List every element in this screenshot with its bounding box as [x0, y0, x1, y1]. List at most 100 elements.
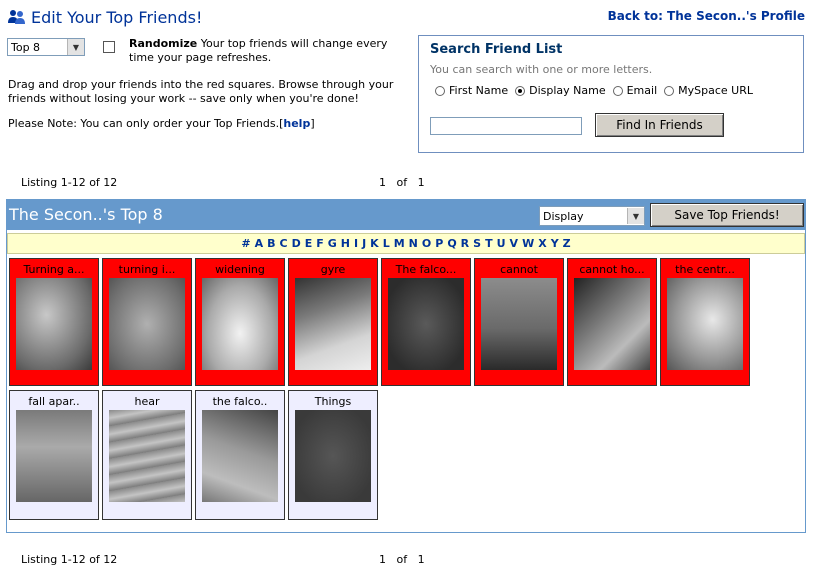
- friend-tile[interactable]: fall apar..: [9, 390, 99, 520]
- alphabet-letter-link[interactable]: D: [292, 237, 301, 250]
- friend-tile[interactable]: widening: [195, 258, 285, 386]
- page-total: 1: [417, 176, 425, 189]
- display-select-value: Display: [543, 209, 584, 223]
- friends-icon: [8, 10, 25, 24]
- alphabet-letter-link[interactable]: T: [485, 237, 493, 250]
- radio-dot: [612, 85, 623, 96]
- back-to-profile-link[interactable]: Back to: The Secon..'s Profile: [608, 9, 805, 23]
- friend-name: widening: [215, 263, 265, 276]
- alphabet-letter-link[interactable]: U: [497, 237, 506, 250]
- friend-tile[interactable]: the falco..: [195, 390, 285, 520]
- alphabet-filter-bar: # A B C D E F G H I J K L M N O P Q R S T U V W X Y Z: [7, 233, 805, 254]
- alphabet-letter-link[interactable]: H: [341, 237, 350, 250]
- friend-tile[interactable]: The falco...: [381, 258, 471, 386]
- alphabet-letter-link[interactable]: P: [435, 237, 443, 250]
- search-option-label: First Name: [449, 84, 509, 97]
- friend-name: The falco...: [395, 263, 457, 276]
- alphabet-letter-link[interactable]: C: [279, 237, 287, 250]
- pagination-top: 1 of 1: [379, 176, 425, 189]
- listing-count-top: Listing 1-12 of 12: [21, 176, 118, 189]
- friend-photo: [109, 410, 185, 502]
- alphabet-letter-link[interactable]: L: [383, 237, 390, 250]
- pagination-bottom: 1 of 1: [379, 553, 425, 566]
- search-option-label: Email: [626, 84, 658, 97]
- search-option-label: Display Name: [529, 84, 606, 97]
- friend-tile[interactable]: Things: [288, 390, 378, 520]
- friend-tile[interactable]: cannot: [474, 258, 564, 386]
- friend-photo: [109, 278, 185, 370]
- alphabet-letter-link[interactable]: Y: [551, 237, 559, 250]
- search-title: Search Friend List: [430, 42, 563, 57]
- alphabet-letter-link[interactable]: Z: [563, 237, 571, 250]
- alphabet-letter-link[interactable]: S: [473, 237, 481, 250]
- alphabet-letter-link[interactable]: O: [422, 237, 431, 250]
- listing-count-bottom: Listing 1-12 of 12: [21, 553, 118, 566]
- search-option-radio[interactable]: Display Name: [515, 84, 606, 97]
- help-link[interactable]: help: [283, 117, 310, 130]
- friend-tile[interactable]: the centr...: [660, 258, 750, 386]
- instructions-text: Drag and drop your friends into the red …: [8, 78, 394, 105]
- randomize-checkbox[interactable]: [103, 41, 115, 53]
- panel-header: The Secon..'s Top 8 Display ▼ Save Top F…: [7, 200, 805, 230]
- alphabet-letter-link[interactable]: J: [362, 237, 366, 250]
- search-option-label: MySpace URL: [678, 84, 753, 97]
- alphabet-letter-link[interactable]: M: [394, 237, 405, 250]
- note-end: ]: [310, 117, 315, 130]
- friend-tile[interactable]: Turning a...: [9, 258, 99, 386]
- top-friends-panel: The Secon..'s Top 8 Display ▼ Save Top F…: [6, 199, 806, 533]
- save-top-friends-button[interactable]: Save Top Friends!: [650, 203, 804, 227]
- friend-photo: [388, 278, 464, 370]
- radio-dot: [435, 85, 445, 96]
- page-header: Edit Your Top Friends!: [8, 6, 202, 28]
- alphabet-letter-link[interactable]: N: [409, 237, 418, 250]
- note-label: Please Note: You can only order your Top…: [8, 117, 284, 130]
- friend-name: Turning a...: [23, 263, 85, 276]
- alphabet-letter-link[interactable]: #: [241, 237, 250, 250]
- alphabet-letter-link[interactable]: G: [328, 237, 337, 250]
- friend-name: the falco..: [212, 395, 268, 408]
- alphabet-letter-link[interactable]: V: [510, 237, 519, 250]
- friend-name: gyre: [320, 263, 346, 276]
- friend-name: the centr...: [675, 263, 735, 276]
- randomize-description: Randomize Your top friends will change e…: [129, 37, 409, 65]
- search-option-radio[interactable]: MySpace URL: [664, 84, 753, 97]
- friend-name: cannot: [500, 263, 538, 276]
- alphabet-letter-link[interactable]: B: [267, 237, 275, 250]
- friend-tile[interactable]: hear: [102, 390, 192, 520]
- find-in-friends-button[interactable]: Find In Friends: [595, 113, 724, 137]
- search-option-radio[interactable]: Email: [612, 84, 658, 97]
- friend-photo: [667, 278, 743, 370]
- radio-dot: [664, 85, 675, 96]
- alphabet-letter-link[interactable]: W: [522, 237, 534, 250]
- friend-tile[interactable]: gyre: [288, 258, 378, 386]
- alphabet-letter-link[interactable]: R: [461, 237, 469, 250]
- search-input[interactable]: [430, 117, 582, 135]
- search-option-radio[interactable]: First Name: [435, 84, 508, 97]
- alphabet-letter-link[interactable]: X: [538, 237, 546, 250]
- friend-name: turning i...: [118, 263, 176, 276]
- search-options: First Name Display Name Email MySpace URL: [435, 84, 760, 97]
- page-of: of: [396, 553, 408, 566]
- page-number[interactable]: 1: [379, 176, 386, 189]
- alphabet-letter-link[interactable]: F: [316, 237, 324, 250]
- radio-dot: [515, 85, 526, 96]
- page-of: of: [396, 176, 408, 189]
- alphabet-letter-link[interactable]: E: [305, 237, 313, 250]
- page-title: Edit Your Top Friends!: [31, 7, 203, 27]
- search-friend-panel: Search Friend List You can search with o…: [418, 35, 804, 153]
- friend-tile[interactable]: turning i...: [102, 258, 192, 386]
- alphabet-letter-link[interactable]: K: [370, 237, 379, 250]
- alphabet-letter-link[interactable]: I: [354, 237, 358, 250]
- friend-photo: [481, 278, 557, 370]
- friend-photo: [295, 278, 371, 370]
- friend-photo: [574, 278, 650, 370]
- top-count-value: Top 8: [11, 40, 41, 54]
- panel-title: The Secon..'s Top 8: [9, 205, 163, 224]
- friend-name: fall apar..: [28, 395, 80, 408]
- page-number[interactable]: 1: [379, 553, 386, 566]
- alphabet-letter-link[interactable]: A: [255, 237, 264, 250]
- alphabet-letter-link[interactable]: Q: [447, 237, 456, 250]
- top-count-select[interactable]: Top 8 ▼: [7, 38, 85, 56]
- friend-tile[interactable]: cannot ho...: [567, 258, 657, 386]
- display-select[interactable]: Display ▼: [539, 206, 645, 226]
